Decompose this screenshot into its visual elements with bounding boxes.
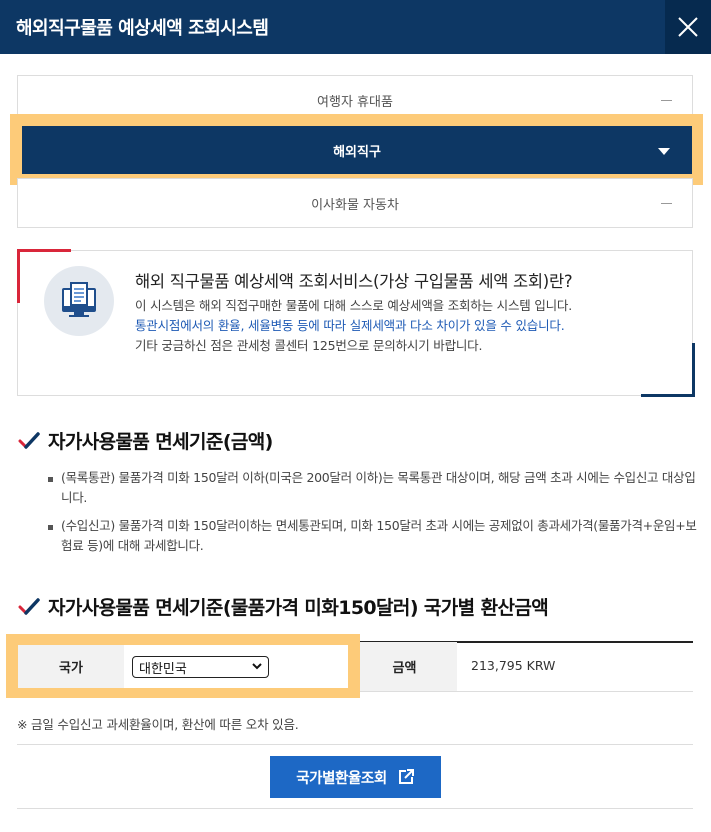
- tab-moving-goods-car[interactable]: 이사화물 자동차: [17, 178, 693, 228]
- section-title-country-amount: 자가사용물품 면세기준(물품가격 미화150달러) 국가별 환산금액: [18, 593, 549, 620]
- section-title-exemption: 자가사용물품 면세기준(금액): [18, 427, 273, 454]
- section-title-exemption-text: 자가사용물품 면세기준(금액): [48, 431, 273, 453]
- monitor-document-icon: [44, 266, 114, 336]
- tab-traveler-goods-label: 여행자 휴대품: [317, 94, 393, 110]
- check-icon: [18, 431, 40, 449]
- info-title: 해외 직구물품 예상세액 조회서비스(가상 구입물품 세액 조회)란?: [135, 272, 573, 291]
- check-icon: [18, 597, 40, 615]
- close-button[interactable]: [665, 0, 711, 54]
- external-link-icon: [398, 769, 414, 784]
- exchange-rate-lookup-button[interactable]: 국가별환율조회: [270, 756, 441, 798]
- close-icon: [678, 17, 698, 37]
- info-line-3: 기타 궁금하신 점은 관세청 콜센터 125번으로 문의하시기 바랍니다.: [135, 338, 483, 353]
- amount-label: 금액: [352, 642, 457, 691]
- tab-direct-purchase-label: 해외직구: [333, 144, 381, 160]
- tab-moving-goods-car-label: 이사화물 자동차: [311, 197, 399, 213]
- window-title: 해외직구물품 예상세액 조회시스템: [16, 18, 269, 39]
- exchange-note: ※ 금일 수입신고 과세환율이며, 환산에 따른 오차 있음.: [17, 717, 299, 732]
- exchange-rate-lookup-label: 국가별환율조회: [296, 770, 387, 787]
- list-item: (목록통관) 물품가격 미화 150달러 이하(미국은 200달러 이하)는 목…: [44, 468, 699, 508]
- info-description: 이 시스템은 해외 직접구매한 물품에 대해 스스로 예상세액을 조회하는 시스…: [135, 296, 670, 356]
- title-bar: 해외직구물품 예상세액 조회시스템: [0, 0, 711, 54]
- corner-accent: [692, 343, 695, 397]
- corner-accent: [17, 249, 20, 303]
- caret-down-icon: [658, 148, 670, 155]
- exemption-bullets: (목록통관) 물품가격 미화 150달러 이하(미국은 200달러 이하)는 목…: [44, 468, 699, 564]
- country-label: 국가: [18, 645, 124, 688]
- divider: [17, 744, 693, 745]
- country-select-value: 대한민국: [139, 661, 187, 677]
- tab-direct-purchase[interactable]: 해외직구: [22, 126, 692, 174]
- info-line-2: 통관시점에서의 환율, 세율변동 등에 따라 실제세액과 다소 차이가 있을 수…: [135, 318, 565, 333]
- corner-accent: [17, 249, 71, 252]
- corner-accent: [641, 394, 695, 397]
- country-select[interactable]: 대한민국: [132, 656, 269, 678]
- divider: [17, 808, 693, 809]
- minus-icon: [661, 100, 672, 101]
- minus-icon: [661, 203, 672, 204]
- chevron-down-icon: [252, 663, 262, 670]
- info-line-1: 이 시스템은 해외 직접구매한 물품에 대해 스스로 예상세액을 조회하는 시스…: [135, 298, 573, 313]
- amount-value: 213,795 KRW: [471, 658, 556, 673]
- section-title-country-amount-text: 자가사용물품 면세기준(물품가격 미화150달러) 국가별 환산금액: [48, 597, 549, 619]
- list-item: (수입신고) 물품가격 미화 150달러이하는 면세통관되며, 미화 150달러…: [44, 516, 699, 556]
